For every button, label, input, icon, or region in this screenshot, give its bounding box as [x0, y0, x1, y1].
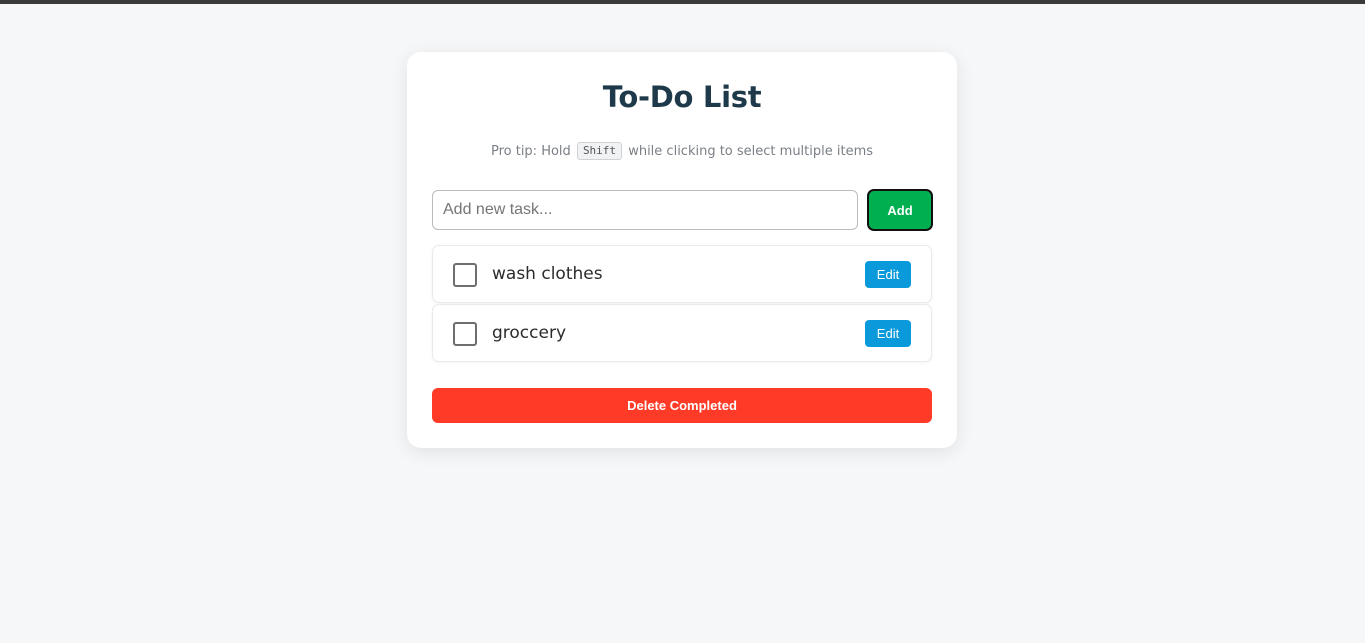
todo-list: wash clothes Edit groccery Edit — [432, 245, 932, 363]
todo-text: groccery — [492, 323, 567, 343]
todo-text: wash clothes — [492, 264, 603, 284]
pro-tip: Pro tip: Hold Shift while clicking to se… — [407, 142, 957, 160]
edit-button[interactable]: Edit — [865, 261, 911, 288]
pro-tip-suffix: while clicking to select multiple items — [628, 144, 874, 159]
page-title: To-Do List — [602, 80, 762, 114]
new-task-input[interactable] — [432, 190, 858, 230]
todo-card: To-Do List Pro tip: Hold Shift while cli… — [407, 52, 957, 448]
todo-checkbox[interactable] — [453, 263, 477, 287]
edit-button[interactable]: Edit — [865, 320, 911, 347]
delete-completed-button[interactable]: Delete Completed — [432, 388, 932, 423]
top-border — [0, 0, 1365, 4]
todo-item[interactable]: groccery Edit — [432, 304, 932, 362]
todo-item[interactable]: wash clothes Edit — [432, 245, 932, 303]
todo-checkbox[interactable] — [453, 322, 477, 346]
pro-tip-prefix: Pro tip: Hold — [490, 144, 571, 159]
shift-key-hint: Shift — [576, 142, 623, 160]
add-task-button[interactable]: Add — [867, 189, 933, 231]
